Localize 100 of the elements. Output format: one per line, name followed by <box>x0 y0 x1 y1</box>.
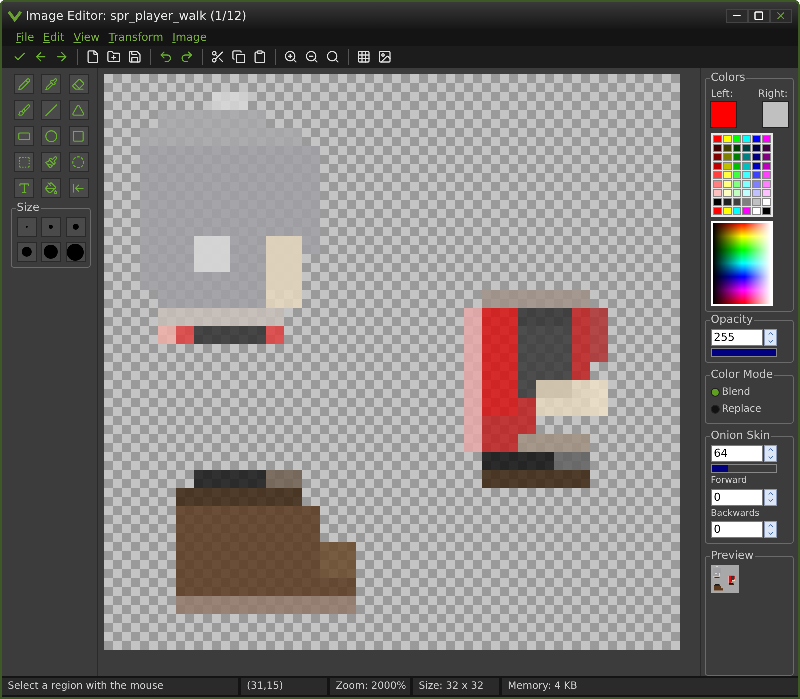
toolbar-button[interactable] <box>106 49 122 65</box>
menu-item[interactable]: View <box>74 30 100 44</box>
palette-swatch[interactable] <box>732 198 742 206</box>
palette-swatch[interactable] <box>713 180 722 188</box>
palette-swatch[interactable] <box>722 171 732 179</box>
onion-skin-field[interactable]: 64 <box>711 445 763 462</box>
palette-swatch[interactable] <box>762 171 771 179</box>
brush-size-button[interactable] <box>66 242 86 262</box>
palette-swatch[interactable] <box>732 153 742 161</box>
tool-button[interactable] <box>14 74 34 94</box>
palette-swatch[interactable] <box>742 198 752 206</box>
tool-button[interactable] <box>41 126 62 146</box>
palette-swatch[interactable] <box>762 207 771 215</box>
palette-swatch[interactable] <box>762 144 771 152</box>
tool-button[interactable] <box>41 152 62 172</box>
palette-swatch[interactable] <box>752 153 762 161</box>
palette-swatch[interactable] <box>722 144 732 152</box>
radio-button[interactable] <box>711 388 720 397</box>
palette-swatch[interactable] <box>752 171 762 179</box>
palette-swatch[interactable] <box>713 135 722 143</box>
palette-swatch[interactable] <box>762 153 771 161</box>
palette-swatch[interactable] <box>713 153 722 161</box>
menu-item[interactable]: File <box>16 30 34 44</box>
radio-button[interactable] <box>711 405 720 414</box>
palette-swatch[interactable] <box>732 189 742 197</box>
palette-swatch[interactable] <box>742 153 752 161</box>
spin-button[interactable] <box>764 488 777 506</box>
palette-swatch[interactable] <box>762 198 771 206</box>
color-swatch[interactable] <box>763 102 788 127</box>
palette-swatch[interactable] <box>742 207 752 215</box>
toolbar-button[interactable] <box>377 49 393 65</box>
brush-size-button[interactable] <box>41 242 62 262</box>
tool-button[interactable] <box>14 152 34 172</box>
toolbar-button[interactable] <box>325 49 341 65</box>
opacity-field[interactable]: 255 <box>711 329 763 346</box>
palette-swatch[interactable] <box>742 135 752 143</box>
maximize-button[interactable] <box>748 8 770 22</box>
palette-swatch[interactable] <box>742 189 752 197</box>
palette-swatch[interactable] <box>752 162 762 170</box>
palette-swatch[interactable] <box>722 189 732 197</box>
palette-swatch[interactable] <box>752 144 762 152</box>
tool-button[interactable] <box>14 100 34 120</box>
palette-swatch[interactable] <box>713 162 722 170</box>
toolbar-button[interactable] <box>85 49 101 65</box>
tool-button[interactable] <box>68 152 89 172</box>
toolbar-button[interactable] <box>179 49 195 65</box>
palette-swatch[interactable] <box>713 207 722 215</box>
palette-swatch[interactable] <box>732 144 742 152</box>
toolbar-button[interactable] <box>252 49 268 65</box>
toolbar-button[interactable] <box>210 49 226 65</box>
close-button[interactable] <box>770 8 792 22</box>
palette-swatch[interactable] <box>732 135 742 143</box>
toolbar-button[interactable] <box>127 49 143 65</box>
tool-button[interactable] <box>41 74 62 94</box>
brush-size-button[interactable] <box>41 217 62 237</box>
palette-swatch[interactable] <box>752 180 762 188</box>
minimize-button[interactable] <box>726 8 748 22</box>
tool-button[interactable] <box>68 74 89 94</box>
palette-swatch[interactable] <box>762 189 771 197</box>
toolbar-button[interactable] <box>231 49 247 65</box>
palette-swatch[interactable] <box>752 198 762 206</box>
menu-item[interactable]: Image <box>172 30 208 44</box>
tool-button[interactable] <box>41 178 62 198</box>
palette-swatch[interactable] <box>732 180 742 188</box>
palette-swatch[interactable] <box>762 180 771 188</box>
palette-swatch[interactable] <box>752 207 762 215</box>
palette-swatch[interactable] <box>742 180 752 188</box>
menu-item[interactable]: Transform <box>108 30 164 44</box>
palette-swatch[interactable] <box>713 171 722 179</box>
backwards-field[interactable]: 0 <box>711 521 763 538</box>
palette-swatch[interactable] <box>752 189 762 197</box>
color-swatch[interactable] <box>711 102 736 127</box>
menu-item[interactable]: Edit <box>43 30 65 44</box>
palette-swatch[interactable] <box>722 198 732 206</box>
tool-button[interactable] <box>68 126 89 146</box>
palette-swatch[interactable] <box>762 135 771 143</box>
toolbar-button[interactable] <box>158 49 174 65</box>
palette-swatch[interactable] <box>713 189 722 197</box>
tool-button[interactable] <box>68 178 89 198</box>
onion-skin-bar[interactable] <box>711 464 777 473</box>
toolbar-button[interactable] <box>304 49 320 65</box>
toolbar-button[interactable] <box>283 49 299 65</box>
palette-swatch[interactable] <box>752 135 762 143</box>
palette-swatch[interactable] <box>732 207 742 215</box>
palette-swatch[interactable] <box>722 135 732 143</box>
palette-swatch[interactable] <box>722 207 732 215</box>
toolbar-button[interactable] <box>356 49 372 65</box>
forward-field[interactable]: 0 <box>711 488 763 506</box>
palette-swatch[interactable] <box>722 162 732 170</box>
palette-swatch[interactable] <box>742 144 752 152</box>
brush-size-button[interactable] <box>66 217 86 237</box>
tool-button[interactable] <box>41 100 62 120</box>
brush-size-button[interactable] <box>17 242 37 262</box>
tool-button[interactable] <box>68 100 89 120</box>
tool-button[interactable] <box>14 178 34 198</box>
palette-swatch[interactable] <box>742 171 752 179</box>
tool-button[interactable] <box>14 126 34 146</box>
palette-swatch[interactable] <box>732 171 742 179</box>
palette-swatch[interactable] <box>762 162 771 170</box>
color-spectrum[interactable] <box>711 221 773 306</box>
